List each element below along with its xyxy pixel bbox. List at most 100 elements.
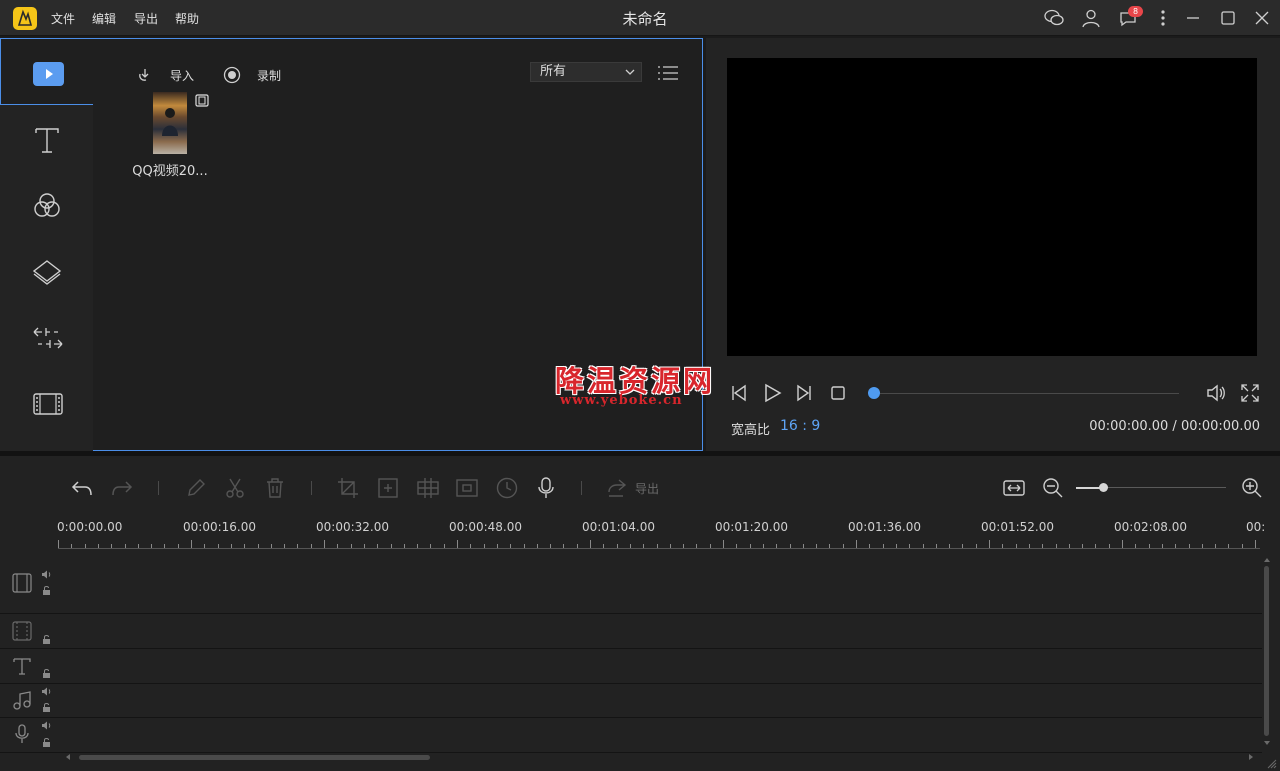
ruler-label: 00:01:20.00 bbox=[715, 520, 788, 534]
preview-screen[interactable] bbox=[727, 58, 1257, 356]
ruler-label: 00:02:08.00 bbox=[1114, 520, 1187, 534]
track-mute-icon[interactable] bbox=[41, 720, 52, 731]
import-button[interactable]: 导入 bbox=[136, 66, 198, 84]
ruler-label: 00:00:16.00 bbox=[183, 520, 256, 534]
edit-icon[interactable] bbox=[184, 476, 208, 500]
track-text[interactable] bbox=[0, 650, 1262, 684]
ruler-label: 00:00:48.00 bbox=[449, 520, 522, 534]
pip-track-icon bbox=[12, 621, 32, 641]
chevron-down-icon bbox=[625, 69, 635, 75]
playback-progress-knob[interactable] bbox=[868, 387, 880, 399]
music-track-icon bbox=[12, 690, 32, 710]
menu-edit[interactable]: 编辑 bbox=[92, 10, 116, 27]
fit-timeline-icon[interactable] bbox=[1002, 476, 1026, 500]
track-pip[interactable] bbox=[0, 615, 1262, 649]
track-voice[interactable] bbox=[0, 719, 1262, 753]
track-mute-icon[interactable] bbox=[41, 686, 52, 697]
record-label: 录制 bbox=[257, 69, 282, 83]
more-icon[interactable] bbox=[1152, 8, 1174, 28]
import-label: 导入 bbox=[170, 69, 195, 83]
next-frame-icon[interactable] bbox=[794, 383, 814, 403]
rail-item-overlays[interactable] bbox=[0, 238, 94, 304]
rail-item-text[interactable] bbox=[0, 106, 94, 172]
app-logo bbox=[13, 7, 37, 30]
ruler-label: 00:00:32.00 bbox=[316, 520, 389, 534]
ruler-label: 00:01:52.00 bbox=[981, 520, 1054, 534]
media-item-name: QQ视频20... bbox=[132, 164, 208, 179]
rail-item-elements[interactable] bbox=[0, 370, 94, 436]
ruler-label: 00: bbox=[1246, 520, 1266, 534]
track-mute-icon[interactable] bbox=[41, 569, 52, 580]
filter-value: 所有 bbox=[540, 64, 567, 79]
export-icon[interactable] bbox=[605, 476, 629, 500]
mosaic-icon[interactable] bbox=[416, 476, 440, 500]
time-readout: 00:00:00.00 / 00:00:00.00 bbox=[1089, 419, 1260, 434]
timeline-zoom-knob[interactable] bbox=[1099, 483, 1108, 492]
track-lock-icon[interactable] bbox=[41, 702, 52, 713]
rail-item-transitions[interactable] bbox=[0, 304, 94, 370]
horizontal-scrollbar[interactable] bbox=[79, 755, 430, 760]
aspect-ratio-value[interactable]: 16 : 9 bbox=[780, 418, 820, 434]
aspect-ratio-label: 宽高比 bbox=[731, 423, 771, 438]
video-track-icon bbox=[12, 573, 32, 593]
menu-file[interactable]: 文件 bbox=[51, 10, 75, 27]
play-icon[interactable] bbox=[761, 382, 783, 404]
export-label[interactable]: 导出 bbox=[635, 480, 659, 497]
import-icon bbox=[139, 69, 149, 81]
voiceover-icon[interactable] bbox=[534, 476, 558, 500]
maximize-icon[interactable] bbox=[1217, 8, 1239, 28]
transition-icon bbox=[33, 327, 63, 349]
film-icon bbox=[33, 393, 63, 415]
voice-track-icon bbox=[12, 724, 32, 744]
delete-icon[interactable] bbox=[263, 476, 287, 500]
menu-help[interactable]: 帮助 bbox=[175, 10, 199, 27]
ruler-label: 0:00:00.00 bbox=[57, 520, 123, 534]
text-icon bbox=[35, 128, 59, 153]
undo-icon[interactable] bbox=[70, 476, 94, 500]
prev-frame-icon[interactable] bbox=[729, 383, 749, 403]
track-music[interactable] bbox=[0, 685, 1262, 718]
menu-export[interactable]: 导出 bbox=[134, 10, 158, 27]
track-lock-icon[interactable] bbox=[41, 737, 52, 748]
track-lock-icon[interactable] bbox=[41, 634, 52, 645]
record-button[interactable]: 录制 bbox=[223, 66, 287, 84]
crop-icon[interactable] bbox=[336, 476, 360, 500]
track-video-main[interactable] bbox=[0, 551, 1262, 614]
window-title: 未命名 bbox=[622, 10, 668, 28]
zoom-crop-icon[interactable] bbox=[376, 476, 400, 500]
cut-icon[interactable] bbox=[223, 476, 247, 500]
zoom-in-icon[interactable] bbox=[1240, 476, 1264, 500]
wechat-icon[interactable] bbox=[1043, 8, 1065, 28]
scroll-down-icon[interactable] bbox=[1263, 739, 1271, 747]
notification-badge: 8 bbox=[1128, 6, 1143, 17]
minimize-icon[interactable] bbox=[1182, 8, 1204, 28]
fullscreen-icon[interactable] bbox=[1240, 383, 1260, 403]
rail-item-filters[interactable] bbox=[0, 172, 94, 238]
track-lock-icon[interactable] bbox=[41, 585, 52, 596]
ruler-label: 00:01:04.00 bbox=[582, 520, 655, 534]
redo-icon[interactable] bbox=[110, 476, 134, 500]
zoom-out-icon[interactable] bbox=[1041, 476, 1065, 500]
media-icon bbox=[33, 62, 64, 86]
freeze-frame-icon[interactable] bbox=[455, 476, 479, 500]
text-track-icon bbox=[12, 656, 32, 676]
media-filter-select[interactable]: 所有 bbox=[530, 62, 642, 82]
scroll-right-icon[interactable] bbox=[1247, 753, 1255, 761]
video-type-icon bbox=[195, 94, 209, 107]
filters-icon bbox=[34, 193, 60, 217]
ruler-ticks bbox=[58, 540, 1256, 548]
volume-icon[interactable] bbox=[1205, 382, 1227, 404]
playback-progress-track[interactable] bbox=[874, 393, 1179, 394]
layers-icon bbox=[32, 260, 62, 285]
user-icon[interactable] bbox=[1080, 8, 1102, 28]
vertical-scrollbar[interactable] bbox=[1264, 566, 1269, 736]
close-icon[interactable] bbox=[1251, 8, 1273, 28]
resize-grip-icon[interactable] bbox=[1266, 758, 1277, 769]
speed-icon[interactable] bbox=[495, 476, 519, 500]
list-view-icon[interactable] bbox=[657, 64, 679, 82]
track-lock-icon[interactable] bbox=[41, 668, 52, 679]
scroll-left-icon[interactable] bbox=[64, 753, 72, 761]
stop-icon[interactable] bbox=[830, 385, 846, 401]
scroll-up-icon[interactable] bbox=[1263, 556, 1271, 564]
media-item-thumbnail[interactable] bbox=[153, 92, 187, 154]
